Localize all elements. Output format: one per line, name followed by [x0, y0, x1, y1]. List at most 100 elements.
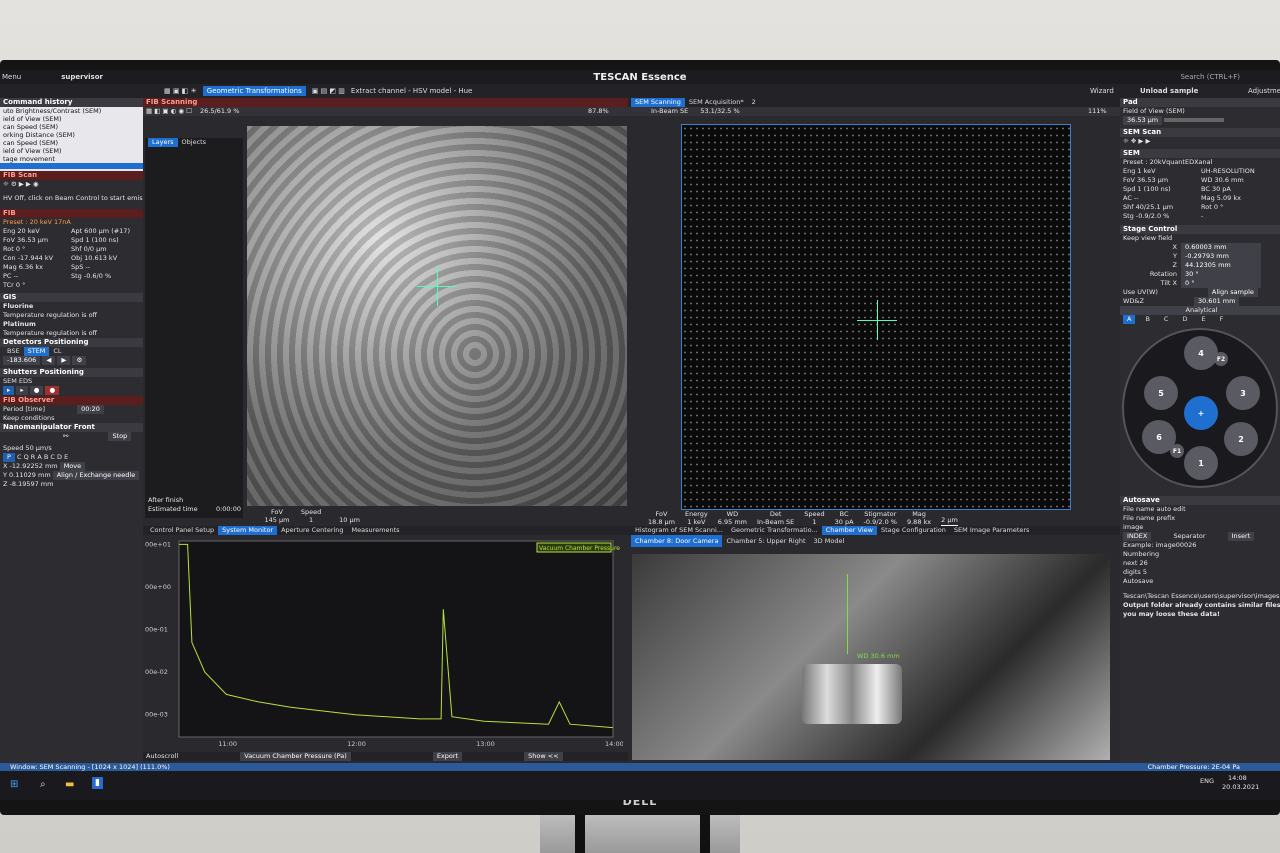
camera-tab[interactable]: Chamber 8: Door Camera: [631, 535, 723, 547]
adjustments-button[interactable]: Adjustme: [1248, 87, 1280, 95]
carousel-letter[interactable]: B: [1141, 315, 1153, 324]
stage-row[interactable]: Z 44.12305 mm: [1120, 261, 1280, 270]
stage-row[interactable]: Rotation 30 °: [1120, 270, 1280, 279]
sem-param[interactable]: BC 30 pA: [1201, 185, 1231, 193]
carousel-position[interactable]: F1: [1170, 444, 1184, 458]
fib-param[interactable]: Eng 20 keV: [3, 227, 71, 236]
nano-speed[interactable]: Speed 50 µm/s: [0, 444, 143, 453]
detector-tabs[interactable]: BSE STEM CL: [0, 347, 143, 356]
fib-param[interactable]: SpS --: [71, 263, 90, 271]
fov-select[interactable]: Field of View (SEM): [1120, 107, 1280, 116]
stop-button[interactable]: Stop: [108, 432, 132, 441]
app-icon[interactable]: ▮: [92, 777, 103, 789]
sem-tabs[interactable]: SEM Scanning SEM Acquisition* 2: [628, 98, 1120, 107]
wdz-row[interactable]: WD&Z 30.601 mm: [1120, 297, 1280, 306]
pressure-select[interactable]: Vacuum Chamber Pressure (Pa): [240, 752, 351, 761]
analytical-button[interactable]: Analytical: [1120, 306, 1280, 315]
carousel-letters[interactable]: ABCDEF: [1120, 315, 1280, 324]
carousel-letter[interactable]: A: [1123, 315, 1136, 324]
sem-param-row[interactable]: Shf 40/25.1 µm Rot 0 °: [1120, 203, 1280, 212]
move-button[interactable]: Move: [59, 462, 86, 471]
fib-param[interactable]: PC --: [3, 272, 71, 281]
fib-param-row[interactable]: TCr 0 °: [0, 281, 143, 290]
stage-value[interactable]: 0.60003 mm: [1181, 243, 1261, 252]
history-selected[interactable]: [0, 163, 143, 169]
layers-tab[interactable]: Objects: [178, 138, 211, 147]
prefix-value[interactable]: image: [1120, 523, 1280, 532]
wizard-button[interactable]: Wizard: [1090, 87, 1114, 95]
unload-sample-button[interactable]: Unload sample: [1140, 87, 1198, 95]
sem-param[interactable]: AC --: [1123, 194, 1201, 203]
stage-row[interactable]: X 0.60003 mm: [1120, 243, 1280, 252]
carousel-letter[interactable]: C: [1160, 315, 1173, 324]
windows-icon[interactable]: ⊞: [10, 779, 18, 790]
fib-param[interactable]: TCr 0 °: [3, 281, 71, 290]
carousel-position[interactable]: 5: [1144, 376, 1178, 410]
stage-row[interactable]: Tilt X 0 °: [1120, 279, 1280, 288]
sem-param-row[interactable]: FoV 36.53 µm WD 30.6 mm: [1120, 176, 1280, 185]
history-item[interactable]: can Speed (SEM): [0, 123, 143, 131]
fib-preset[interactable]: Preset : 20 keV 17nA: [0, 218, 143, 227]
export-button[interactable]: Export: [432, 752, 463, 761]
show-button[interactable]: Show <<: [524, 752, 563, 761]
fib-param[interactable]: Stg -0.6/0 %: [71, 272, 111, 280]
detector-tab[interactable]: STEM: [23, 347, 50, 356]
fib-param[interactable]: Apt 600 µm (#17): [71, 227, 130, 235]
sem-param[interactable]: -: [1201, 212, 1203, 220]
history-item[interactable]: orking Distance (SEM): [0, 131, 143, 139]
layers-tabs[interactable]: Layers Objects: [145, 138, 243, 147]
sem-param[interactable]: Shf 40/25.1 µm: [1123, 203, 1201, 212]
keep-conditions[interactable]: Keep conditions: [0, 414, 143, 423]
command-history-list[interactable]: uto Brightness/Contrast (SEM) ield of Vie…: [0, 107, 143, 171]
keep-view-field[interactable]: Keep view field: [1120, 234, 1280, 243]
autoscroll-toggle[interactable]: Autoscroll: [146, 752, 178, 760]
sem-param[interactable]: WD 30.6 mm: [1201, 176, 1244, 184]
camera-tabs[interactable]: Chamber 8: Door Camera Chamber 5: Upper R…: [628, 535, 1120, 547]
history-item[interactable]: ield of View (SEM): [0, 147, 143, 155]
detector-value[interactable]: -183.606: [3, 356, 41, 365]
nano-y[interactable]: Y 0.11029 mm Align / Exchange needle: [0, 471, 143, 480]
icon-strip-2[interactable]: ▣ ▤ ◩ ▥: [312, 87, 345, 95]
fib-param-row[interactable]: Con -17.944 kV Obj 10.613 kV: [0, 254, 143, 263]
chamber-tab[interactable]: Chamber View: [821, 526, 877, 535]
index-row[interactable]: INDEX Separator Insert: [1120, 532, 1280, 541]
chamber-tabs[interactable]: Histogram of SEM Scanni... Geometric Tran…: [628, 526, 1120, 535]
nano-letters[interactable]: P C Q R A B C D E: [0, 453, 143, 462]
fib-param-row[interactable]: PC -- Stg -0.6/0 %: [0, 272, 143, 281]
language[interactable]: ENG: [1200, 777, 1214, 785]
stage-value[interactable]: 30 °: [1181, 270, 1261, 279]
fib-scan-controls[interactable]: ☼ ⚙ ▶ ▶ ◉: [0, 180, 143, 194]
fib-image[interactable]: [247, 126, 627, 506]
chamber-tab[interactable]: Histogram of SEM Scanni...: [631, 526, 727, 535]
graph-tab[interactable]: System Monitor: [218, 526, 278, 535]
fib-param[interactable]: Mag 6.36 kx: [3, 263, 71, 272]
fib-param[interactable]: Spd 1 (100 ns): [71, 236, 119, 244]
history-item[interactable]: ield of View (SEM): [0, 115, 143, 123]
icon-strip[interactable]: ▦ ▣ ◧ ☀: [164, 87, 197, 95]
fov-value-row[interactable]: 36.53 µm: [1120, 116, 1280, 128]
next-row[interactable]: next 26: [1120, 559, 1280, 568]
sem-param[interactable]: Eng 1 keV: [1123, 167, 1201, 176]
fib-param-row[interactable]: Rot 0 ° Shf 0/0 µm: [0, 245, 143, 254]
sem-param[interactable]: Mag 5.09 kx: [1201, 194, 1241, 202]
carousel-position[interactable]: 4: [1184, 336, 1218, 370]
period-row[interactable]: Period [time] 00:20: [0, 405, 143, 414]
pressure-chart[interactable]: 00e+01 00e+00 00e-01 00e-02 00e-03 11:00 12:00…: [143, 535, 623, 747]
autosave-toggle[interactable]: Autosave: [1120, 577, 1280, 586]
graph-tab[interactable]: Aperture Centering: [277, 526, 347, 535]
search-icon[interactable]: ⌕: [40, 779, 46, 790]
detector-tab[interactable]: CL: [49, 347, 65, 356]
fib-param[interactable]: Rot 0 °: [3, 245, 71, 254]
nano-x[interactable]: X -12.92252 mm Move: [0, 462, 143, 471]
detector-tab[interactable]: BSE: [3, 347, 24, 356]
use-uv-row[interactable]: Use UV(W) Align sample: [1120, 288, 1280, 297]
carousel-position[interactable]: 2: [1224, 422, 1258, 456]
search-input[interactable]: Search (CTRL+F): [1180, 73, 1240, 81]
sem-param-row[interactable]: Spd 1 (100 ns) BC 30 pA: [1120, 185, 1280, 194]
sem-param[interactable]: UH-RESOLUTION: [1201, 167, 1255, 175]
carousel-letter[interactable]: E: [1197, 315, 1209, 324]
fib-view-toolbar[interactable]: ▦ ◧ ▣ ◐ ◉ ☐ 26.5/61.9 % 87.8%: [143, 107, 628, 116]
history-item[interactable]: uto Brightness/Contrast (SEM): [0, 107, 143, 115]
sem-param-row[interactable]: AC -- Mag 5.09 kx: [1120, 194, 1280, 203]
chamber-tab[interactable]: SEM Image Parameters: [950, 526, 1034, 535]
